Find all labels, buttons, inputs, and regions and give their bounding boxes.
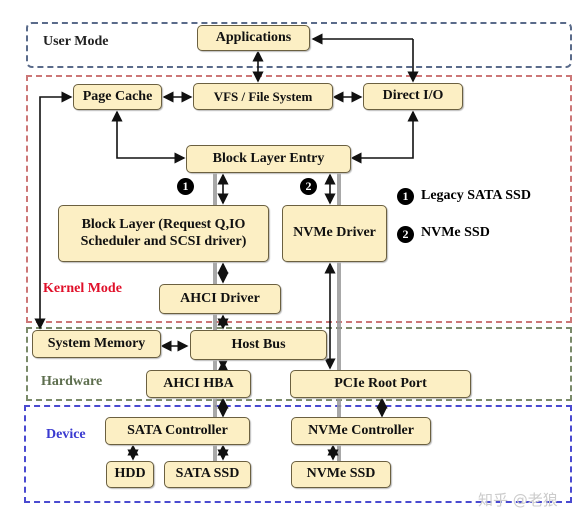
io-stack-diagram: User Mode Kernel Mode Hardware Device Ap… (0, 0, 583, 527)
system-memory-box: System Memory (32, 330, 161, 358)
nvme-controller-box: NVMe Controller (291, 417, 431, 445)
direct-io-box: Direct I/O (363, 83, 463, 110)
hdd-box: HDD (106, 461, 154, 488)
sata-ssd-box: SATA SSD (164, 461, 251, 488)
block-layer-entry-box: Block Layer Entry (186, 145, 351, 173)
page-cache-box: Page Cache (73, 84, 162, 110)
pcie-root-port-box: PCIe Root Port (290, 370, 471, 398)
sata-controller-box: SATA Controller (105, 417, 250, 445)
host-bus-box: Host Bus (190, 330, 327, 360)
vfs-box: VFS / File System (193, 83, 333, 110)
legend-label-1: Legacy SATA SSD (421, 188, 531, 203)
path-marker-1: 1 (177, 178, 194, 195)
legend-label-2: NVMe SSD (421, 225, 490, 240)
block-layer-line-1: Block Layer (Request Q,IO (81, 216, 246, 232)
ahci-driver-box: AHCI Driver (159, 284, 281, 314)
applications-box: Applications (197, 25, 310, 51)
connector-arrows (34, 33, 419, 482)
legend-marker-1: 1 (397, 188, 414, 205)
nvme-driver-box: NVMe Driver (282, 205, 387, 262)
ahci-hba-box: AHCI HBA (146, 370, 251, 398)
block-layer-box: Block Layer (Request Q,IO Scheduler and … (58, 205, 269, 262)
block-layer-line-2: Scheduler and SCSI driver) (80, 233, 247, 249)
nvme-ssd-box: NVMe SSD (291, 461, 391, 488)
legend-marker-2: 2 (397, 226, 414, 243)
path-marker-2: 2 (300, 178, 317, 195)
watermark: 知乎 @老狼 (478, 491, 558, 509)
